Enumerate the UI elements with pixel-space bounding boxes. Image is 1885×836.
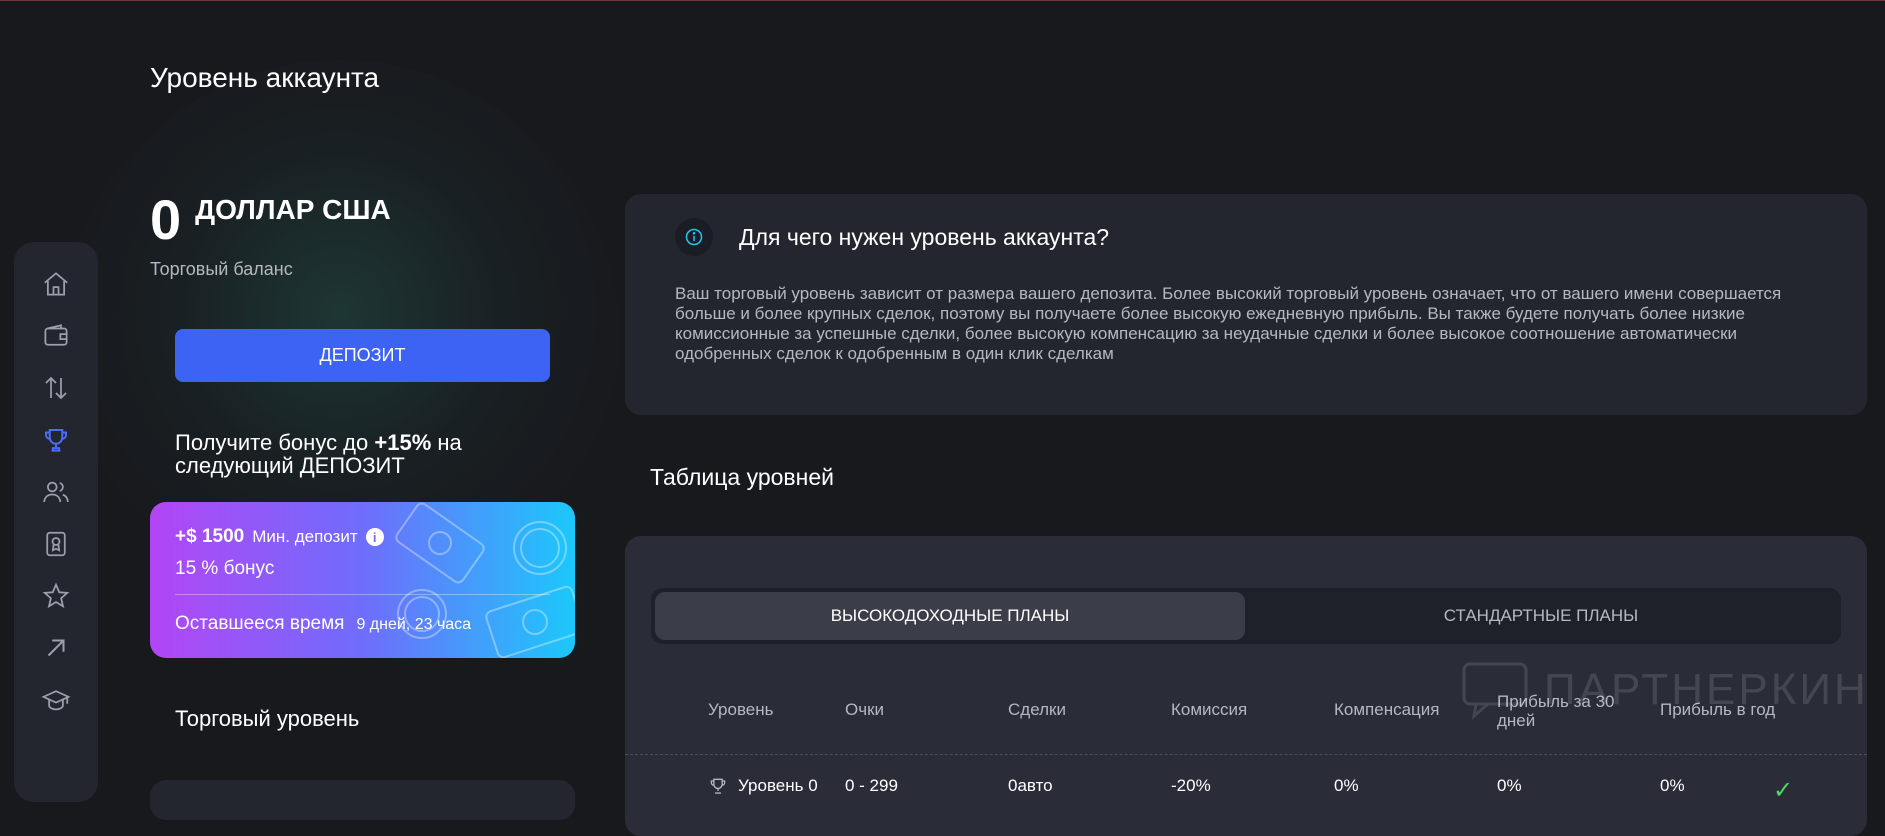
plan-tabs: ВЫСОКОДОХОДНЫЕ ПЛАНЫ СТАНДАРТНЫЕ ПЛАНЫ xyxy=(651,588,1841,644)
certificate-icon xyxy=(46,531,66,557)
profit-year-cell: 0% xyxy=(1660,776,1685,795)
watermark-text: ПАРТНЕРКИН xyxy=(1544,665,1869,714)
commission-cell: -20% xyxy=(1171,776,1211,795)
bonus-min-deposit-row: +$ 1500 Мин. депозит i xyxy=(175,526,384,548)
time-left-value: 9 дней, 23 часа xyxy=(356,616,472,633)
column-header-commission: Комиссия xyxy=(1171,700,1248,719)
sidebar-item-wallet[interactable] xyxy=(36,316,76,356)
users-icon xyxy=(43,481,69,503)
info-icon[interactable]: i xyxy=(365,528,384,546)
balance-amount: 0 xyxy=(150,188,182,251)
star-icon xyxy=(42,582,70,609)
bonus-time-left-row: Оставшееся время 9 дней, 23 часа xyxy=(175,613,471,635)
bonus-divider xyxy=(175,594,550,595)
levels-table-title: Таблица уровней xyxy=(650,464,834,490)
bonus-card[interactable]: +$ 1500 Мин. депозит i 15 % бонус Оставш… xyxy=(150,502,575,658)
top-border-line xyxy=(0,0,1885,1)
level-cell: Уровень 0 xyxy=(708,776,818,796)
column-header-trades: Сделки xyxy=(1008,700,1066,719)
sidebar xyxy=(14,242,98,802)
compensation-cell: 0% xyxy=(1334,776,1359,795)
chat-bubble-icon xyxy=(1462,662,1528,720)
table-row[interactable]: Уровень 0 0 - 299 0авто -20% 0% 0% 0% ✓ xyxy=(625,776,1867,806)
table-divider xyxy=(625,754,1867,755)
bonus-heading-highlight: +15% xyxy=(374,430,432,455)
points-cell: 0 - 299 xyxy=(845,776,898,795)
profit-30-days-cell: 0% xyxy=(1497,776,1522,795)
trade-level-title: Торговый уровень xyxy=(175,706,360,731)
transfer-icon xyxy=(45,376,67,400)
tab-standard-plans[interactable]: СТАНДАРТНЫЕ ПЛАНЫ xyxy=(1245,592,1837,640)
balance-label: Торговый баланс xyxy=(150,259,293,279)
sidebar-item-education[interactable] xyxy=(36,680,76,720)
sidebar-item-referrals[interactable] xyxy=(36,472,76,512)
sidebar-item-favorites[interactable] xyxy=(36,576,76,616)
info-card: Для чего нужен уровень аккаунта? Ваш тор… xyxy=(625,194,1867,415)
column-header-level: Уровень xyxy=(708,700,774,719)
trophy-icon xyxy=(45,429,67,452)
page-title: Уровень аккаунта xyxy=(150,62,380,93)
sidebar-item-transactions[interactable] xyxy=(36,368,76,408)
column-header-compensation: Компенсация xyxy=(1334,700,1440,719)
sidebar-item-home[interactable] xyxy=(36,264,76,304)
bonus-heading: Получите бонус до +15% на следующий ДЕПО… xyxy=(175,431,515,477)
time-left-label: Оставшееся время xyxy=(175,613,345,634)
balance-currency: ДОЛЛАР США xyxy=(195,194,391,225)
deposit-button[interactable]: ДЕПОЗИТ xyxy=(175,329,550,382)
level-name: Уровень 0 xyxy=(738,776,818,795)
info-text: Ваш торговый уровень зависит от размера … xyxy=(675,284,1782,363)
bonus-min-deposit-label: Мин. депозит xyxy=(252,527,358,546)
sidebar-item-certificates[interactable] xyxy=(36,524,76,564)
sidebar-item-account-level[interactable] xyxy=(36,420,76,460)
watermark: ПАРТНЕРКИН xyxy=(1460,660,1869,720)
checkmark-icon: ✓ xyxy=(1773,777,1794,804)
bonus-amount: +$ 1500 xyxy=(175,526,245,547)
bonus-percent: 15 % бонус xyxy=(175,558,275,579)
trades-cell: 0авто xyxy=(1008,776,1053,795)
column-header-points: Очки xyxy=(845,700,885,719)
arrow-up-right-icon xyxy=(47,639,65,657)
info-circle-icon xyxy=(675,218,713,256)
wallet-icon xyxy=(44,324,68,346)
bonus-heading-prefix: Получите бонус до xyxy=(175,430,375,455)
info-heading: Для чего нужен уровень аккаунта? xyxy=(739,224,1110,250)
graduation-cap-icon xyxy=(41,690,71,711)
home-icon xyxy=(44,272,68,296)
tab-high-yield-plans[interactable]: ВЫСОКОДОХОДНЫЕ ПЛАНЫ xyxy=(655,592,1245,640)
trophy-icon xyxy=(710,778,726,794)
balance-display: 0 ДОЛЛАР США xyxy=(150,192,391,248)
sidebar-item-withdraw[interactable] xyxy=(36,628,76,668)
trade-level-card xyxy=(150,780,575,820)
